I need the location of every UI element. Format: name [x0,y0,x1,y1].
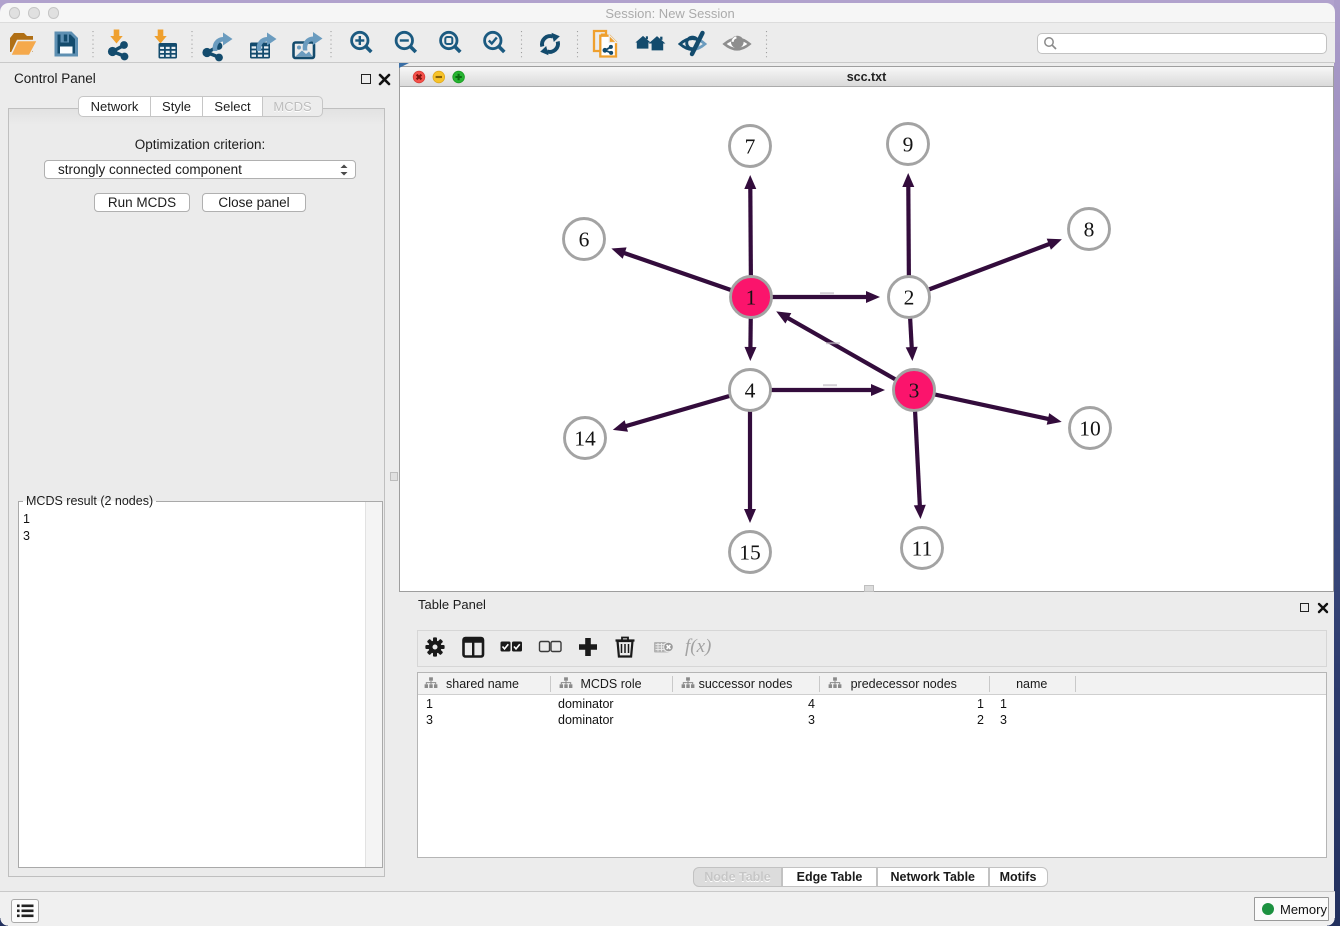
svg-text:1: 1 [746,285,757,309]
svg-text:15: 15 [739,540,761,564]
svg-text:8: 8 [1084,217,1095,241]
svg-text:4: 4 [745,378,756,402]
svg-text:7: 7 [745,134,756,158]
svg-text:10: 10 [1079,416,1101,440]
svg-text:9: 9 [903,132,914,156]
svg-text:3: 3 [909,378,920,402]
svg-text:11: 11 [912,536,933,560]
svg-text:2: 2 [904,285,915,309]
svg-text:6: 6 [579,227,590,251]
svg-text:14: 14 [574,426,596,450]
